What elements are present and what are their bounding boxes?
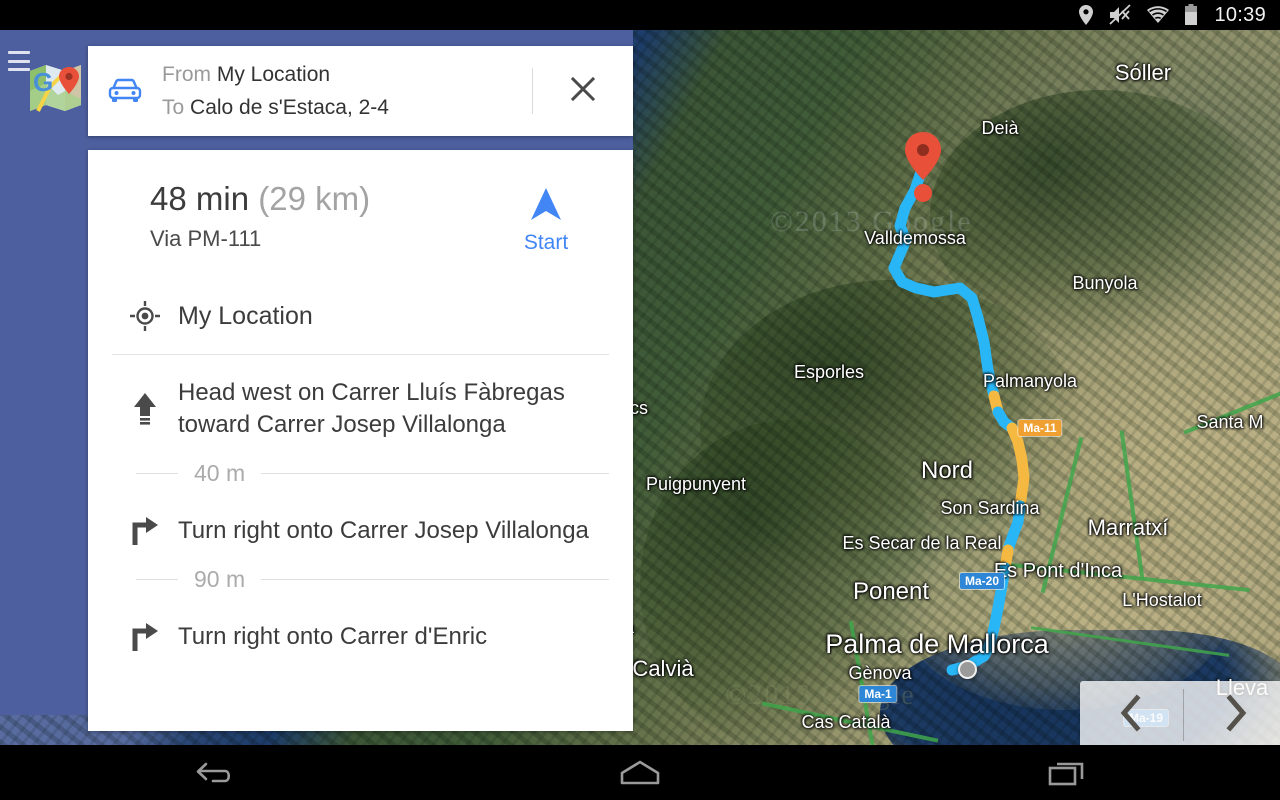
direction-step-text: Head west on Carrer Lluís Fàbregas towar…	[178, 379, 565, 438]
straight-arrow-icon	[112, 369, 178, 449]
road-shield: Ma-11	[1018, 420, 1062, 436]
chevron-left-icon	[1118, 693, 1144, 738]
map-pin-marker[interactable]	[903, 130, 943, 206]
close-button[interactable]	[533, 74, 633, 109]
rule-left	[136, 578, 178, 580]
route-from-label: From	[162, 63, 211, 86]
chevron-right-icon	[1222, 693, 1248, 738]
battery-icon	[1184, 4, 1198, 26]
step-distance: 40 m	[194, 459, 246, 486]
origin-dot-marker[interactable]	[958, 660, 977, 679]
android-nav-bar	[0, 745, 1280, 800]
rule-left	[136, 472, 178, 474]
origin-row[interactable]: My Location	[88, 278, 633, 354]
route-duration: 48 min	[150, 180, 250, 217]
screen-root: ©2013 Google ©2013 Google ©2013 Google S…	[0, 0, 1280, 800]
road-shield: Ma-1	[859, 686, 897, 702]
road-shield: Ma-20	[959, 573, 1005, 589]
route-distance: (29 km)	[258, 180, 371, 217]
google-maps-app-icon[interactable]: G	[28, 61, 83, 113]
direction-step-text: Turn right onto Carrer d'Enric	[178, 623, 488, 650]
close-icon	[568, 74, 598, 109]
step-distance-divider: 90 m	[88, 555, 633, 603]
prev-step-button[interactable]	[1080, 681, 1183, 745]
directions-panel[interactable]: 48 min (29 km) Via PM-111 Start My Locat…	[88, 150, 633, 731]
route-to-label: To	[162, 96, 185, 119]
status-bar: 10:39	[0, 0, 1280, 30]
start-navigation-button[interactable]: Start	[501, 186, 591, 255]
direction-step[interactable]: Turn right onto Carrer d'Enric	[88, 603, 633, 661]
next-step-button[interactable]	[1184, 681, 1280, 745]
navigation-arrow-icon	[529, 188, 563, 226]
start-button-label: Start	[523, 231, 569, 254]
direction-step-text: Turn right onto Carrer Josep Villalonga	[178, 517, 589, 544]
status-bar-clock: 10:39	[1214, 3, 1266, 26]
route-search-card[interactable]: From My Location To Calo de s'Estaca, 2-…	[88, 46, 633, 136]
my-location-crosshair-icon	[112, 301, 178, 331]
route-to-value: Calo de s'Estaca, 2-4	[190, 96, 389, 119]
route-from-value: My Location	[216, 63, 331, 86]
turn-right-icon	[112, 613, 178, 661]
location-pin-icon	[1078, 4, 1094, 26]
route-summary: 48 min (29 km) Via PM-111 Start	[88, 150, 633, 256]
route-fields[interactable]: From My Location To Calo de s'Estaca, 2-…	[162, 58, 532, 124]
step-distance-divider: 40 m	[88, 449, 633, 497]
wifi-icon	[1146, 5, 1170, 25]
recent-apps-icon[interactable]	[1007, 759, 1127, 787]
direction-step[interactable]: Turn right onto Carrer Josep Villalonga	[88, 497, 633, 555]
rule-right	[261, 472, 609, 474]
rule-right	[261, 578, 609, 580]
home-icon[interactable]	[580, 759, 700, 787]
car-icon[interactable]	[88, 78, 162, 104]
panel-fade-mask	[88, 669, 633, 731]
step-nav-overlay[interactable]	[1080, 681, 1280, 745]
step-distance: 90 m	[194, 565, 246, 592]
route-to-line[interactable]: To Calo de s'Estaca, 2-4	[162, 91, 532, 124]
back-arrow-icon[interactable]	[153, 758, 273, 788]
turn-right-icon	[112, 507, 178, 555]
direction-step[interactable]: Head west on Carrer Lluís Fàbregas towar…	[88, 355, 633, 449]
hamburger-menu-icon[interactable]	[8, 51, 30, 71]
route-from-line[interactable]: From My Location	[162, 58, 532, 91]
svg-text:G: G	[33, 67, 53, 97]
volume-muted-icon	[1108, 4, 1132, 26]
origin-label: My Location	[178, 302, 313, 330]
